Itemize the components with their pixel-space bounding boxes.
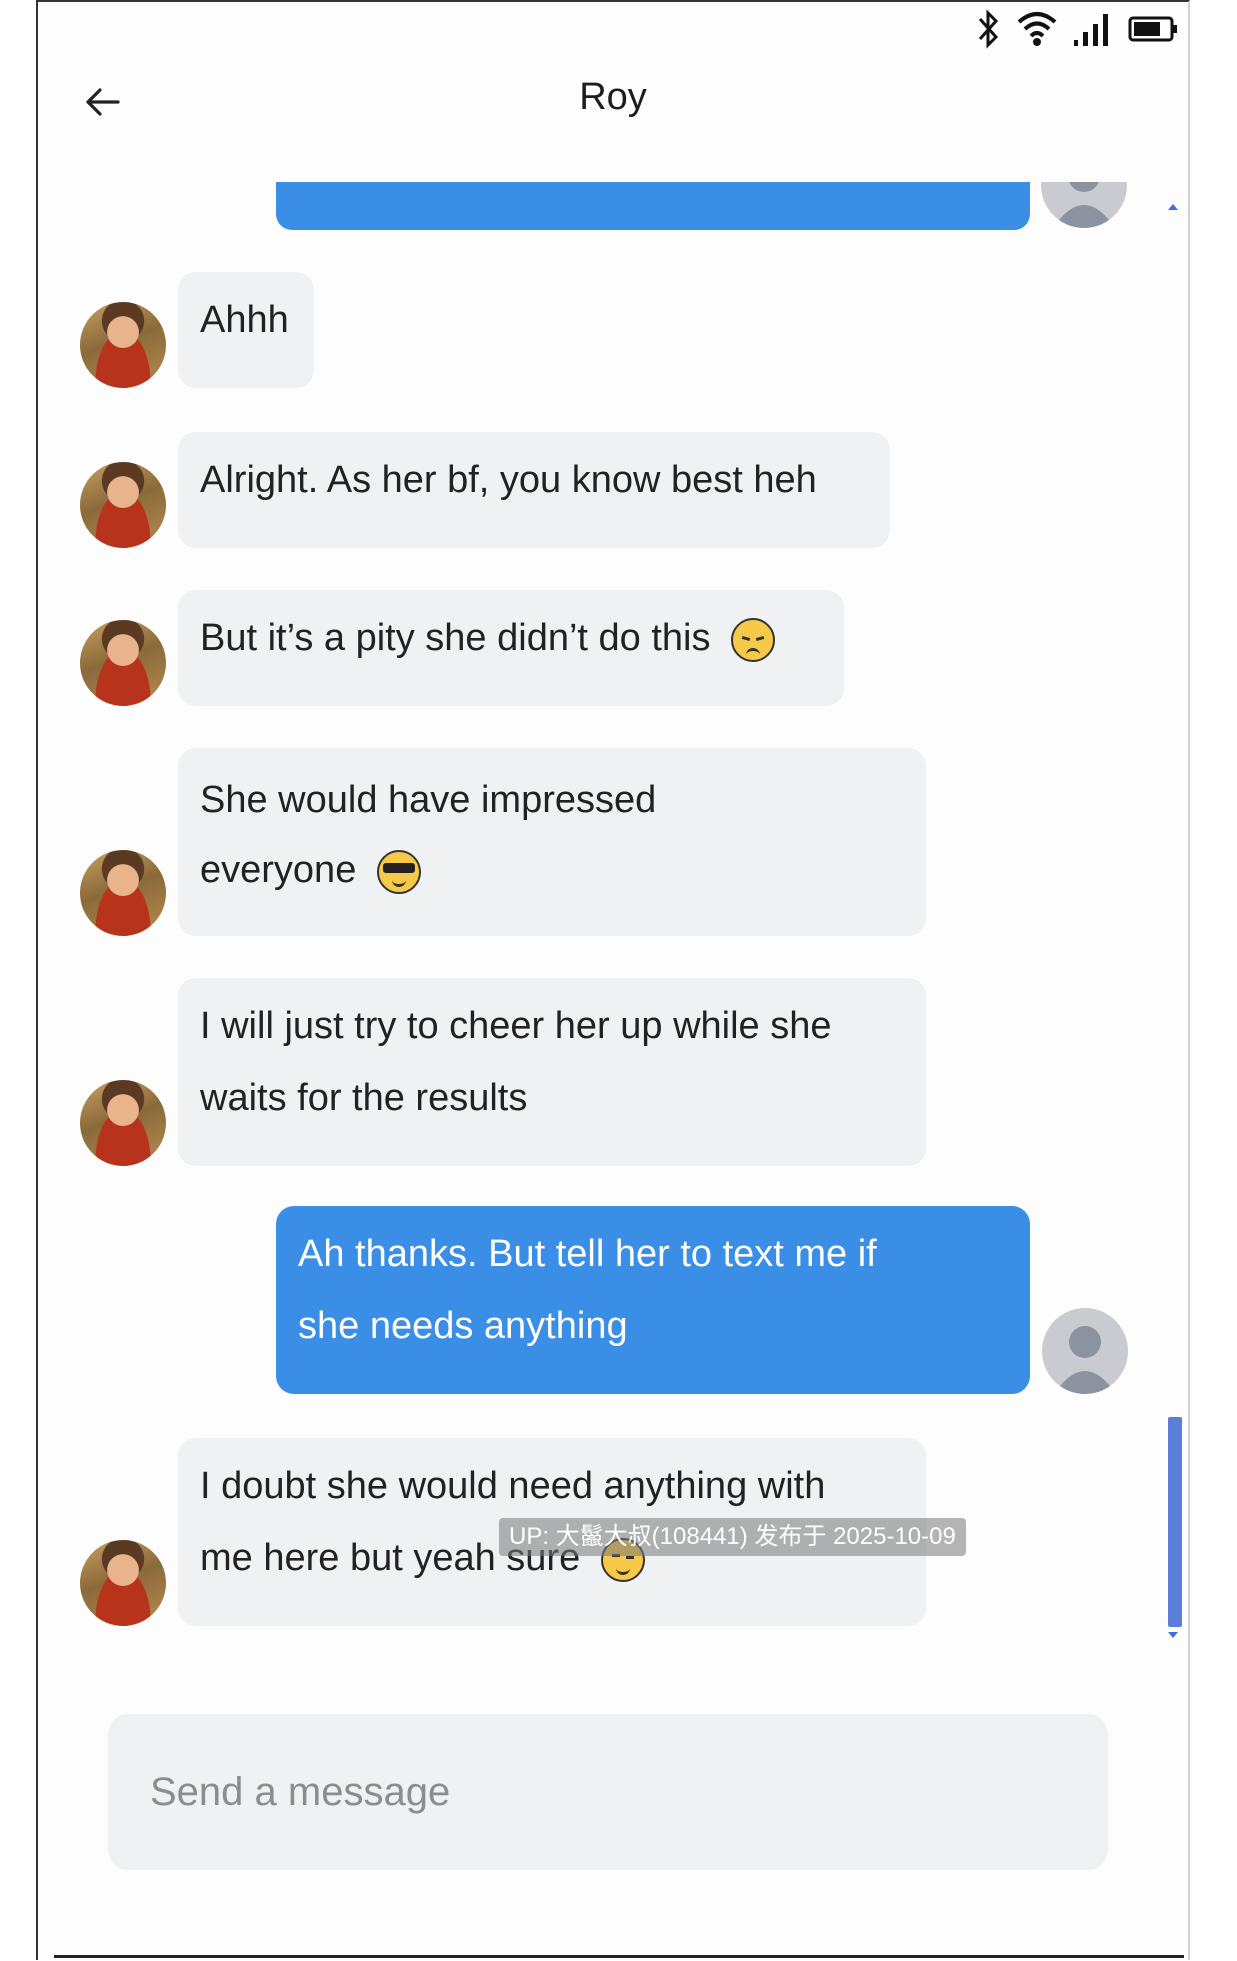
message-bubble-incoming[interactable]: Alright. As her bf, you know best heh — [178, 432, 890, 548]
message-text-line: everyone — [200, 849, 357, 891]
roy-avatar[interactable] — [80, 850, 166, 936]
chat-title: Roy — [579, 76, 647, 118]
message-text: But it’s a pity she didn’t do this — [200, 617, 711, 659]
battery-icon — [1128, 16, 1177, 42]
wifi-icon — [1017, 12, 1057, 46]
message-text: Alright. As her bf, you know best heh — [200, 459, 817, 501]
message-row-incoming: Ahhh — [80, 272, 314, 388]
message-bubble-incoming[interactable]: She would have impressed everyone — [178, 748, 926, 936]
message-input-placeholder: Send a message — [150, 1769, 451, 1814]
message-bubble-incoming[interactable]: I will just try to cheer her up while sh… — [178, 978, 926, 1166]
status-bar — [974, 8, 1180, 50]
message-row-incoming: But it’s a pity she didn’t do this — [80, 590, 844, 706]
message-bubble-incoming[interactable]: But it’s a pity she didn’t do this — [178, 590, 844, 706]
scrollbar-thumb[interactable] — [1168, 1417, 1182, 1627]
sunglasses-face-icon — [376, 849, 421, 894]
message-text-line: She would have impressed — [200, 779, 657, 821]
message-list[interactable]: Ahhh Alright. As her bf, you know best h… — [38, 182, 1188, 1662]
pensive-face-icon — [731, 617, 776, 662]
scroll-down-arrow[interactable] — [1168, 1632, 1178, 1638]
message-text-line: I doubt she would need anything with — [200, 1465, 826, 1507]
message-bubble-incoming[interactable]: Ahhh — [178, 272, 314, 388]
message-row-incoming: She would have impressed everyone — [80, 748, 926, 936]
my-avatar — [1041, 182, 1127, 228]
scroll-up-arrow[interactable] — [1168, 204, 1178, 210]
message-text-line: waits for the results — [200, 1077, 528, 1119]
message-text-line: I will just try to cheer her up while sh… — [200, 1005, 832, 1047]
roy-avatar[interactable] — [80, 1540, 166, 1626]
message-text-line: she needs anything — [298, 1305, 628, 1347]
roy-avatar[interactable] — [80, 620, 166, 706]
message-bubble-outgoing-partial — [276, 182, 1030, 230]
signal-icon — [1074, 14, 1108, 46]
my-avatar[interactable] — [1042, 1308, 1128, 1394]
roy-avatar[interactable] — [80, 462, 166, 548]
watermark: UP: 大鬣大叔(108441) 发布于 2025-10-09 — [499, 1518, 966, 1556]
phone-frame: Roy Ahhh Alright. As her bf, you know be… — [36, 0, 1190, 1960]
message-row-incoming: Alright. As her bf, you know best heh — [80, 432, 890, 548]
message-row-outgoing: Ah thanks. But tell her to text me if sh… — [276, 1206, 1128, 1394]
message-text: Ahhh — [200, 299, 289, 341]
message-text-line: Ah thanks. But tell her to text me if — [298, 1233, 877, 1275]
chat-header: Roy — [38, 62, 1188, 142]
bluetooth-icon — [978, 9, 999, 49]
bottom-edge — [54, 1955, 1184, 1958]
roy-avatar[interactable] — [80, 302, 166, 388]
roy-avatar[interactable] — [80, 1080, 166, 1166]
message-row-incoming: I will just try to cheer her up while sh… — [80, 978, 926, 1166]
message-input[interactable]: Send a message — [108, 1714, 1108, 1870]
message-bubble-outgoing[interactable]: Ah thanks. But tell her to text me if sh… — [276, 1206, 1030, 1394]
